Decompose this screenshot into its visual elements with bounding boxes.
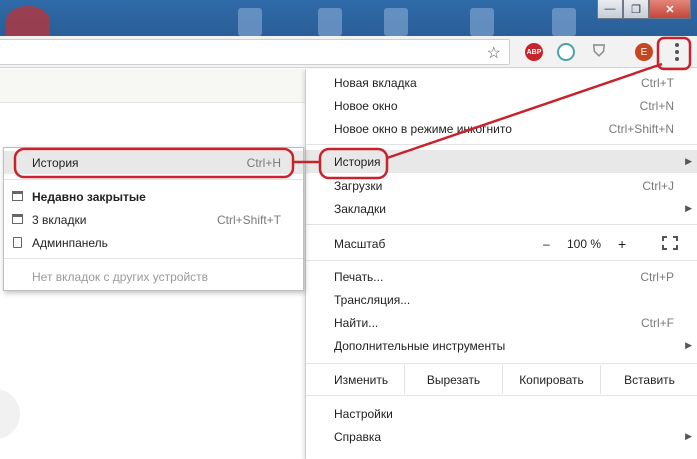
submenu-item-recently-closed: Недавно закрытые [4, 185, 303, 208]
fullscreen-icon[interactable] [662, 236, 678, 250]
page-header-strip [0, 69, 310, 103]
page-icon [13, 237, 22, 248]
chrome-main-menu: Новая вкладка Ctrl+T Новое окно Ctrl+N Н… [305, 69, 697, 459]
avatar[interactable]: E [635, 43, 653, 61]
menu-item-cast[interactable]: Трансляция... [306, 288, 697, 311]
chevron-right-icon: ▶ [685, 340, 692, 350]
desktop-background-blob [552, 8, 576, 36]
desktop-background-blob [238, 8, 262, 36]
window-titlebar: — ❐ ✕ [0, 0, 697, 36]
menu-item-history[interactable]: История ▶ [306, 150, 697, 173]
star-icon[interactable]: ☆ [487, 43, 501, 63]
menu-item-settings[interactable]: Настройки [306, 402, 697, 425]
menu-item-downloads[interactable]: Загрузки Ctrl+J [306, 174, 697, 197]
zoom-level: 100 % [567, 236, 602, 251]
watermark-circle [0, 389, 20, 439]
chevron-right-icon: ▶ [685, 156, 692, 166]
submenu-item-history[interactable]: История Ctrl+H [4, 151, 303, 174]
taskbar-app-icon [6, 6, 50, 36]
menu-item-bookmarks[interactable]: Закладки ▶ [306, 197, 697, 220]
kebab-menu-icon[interactable] [666, 40, 688, 64]
menu-item-zoom: Масштаб – 100 % + [306, 232, 697, 255]
paste-button[interactable]: Вставить [600, 365, 697, 394]
submenu-divider [4, 179, 303, 180]
desktop-background-blob [318, 8, 342, 36]
menu-item-incognito[interactable]: Новое окно в режиме инкогнито Ctrl+Shift… [306, 117, 697, 140]
submenu-divider [4, 258, 303, 259]
menu-item-help[interactable]: Справка ▶ [306, 425, 697, 448]
desktop-background-blob [384, 8, 408, 36]
menu-divider [306, 395, 697, 396]
cut-button[interactable]: Вырезать [404, 365, 502, 394]
minimize-icon[interactable]: — [597, 0, 623, 19]
shield-icon[interactable]: ⛉ [590, 43, 608, 61]
address-bar[interactable]: ☆ [0, 39, 510, 65]
menu-divider [306, 260, 697, 261]
history-submenu: История Ctrl+H Недавно закрытые 3 вкладк… [3, 147, 304, 291]
menu-divider [306, 363, 697, 364]
maximize-icon[interactable]: ❐ [623, 0, 649, 19]
submenu-item-3-tabs[interactable]: 3 вкладки Ctrl+Shift+T [4, 208, 303, 231]
submenu-item-admin[interactable]: Админпанель [4, 231, 303, 254]
submenu-item-no-other-devices: Нет вкладок с других устройств [32, 269, 209, 284]
zoom-in-button[interactable]: + [618, 236, 626, 252]
menu-item-find[interactable]: Найти... Ctrl+F [306, 311, 697, 334]
copy-button[interactable]: Копировать [502, 365, 600, 394]
adblock-plus-icon[interactable]: ABP [525, 43, 543, 61]
extension-circle-icon[interactable] [557, 43, 575, 61]
chevron-right-icon: ▶ [685, 203, 692, 213]
menu-divider [306, 224, 697, 225]
zoom-out-button[interactable]: – [543, 237, 550, 251]
menu-item-more-tools[interactable]: Дополнительные инструменты ▶ [306, 334, 697, 357]
close-icon[interactable]: ✕ [649, 0, 691, 19]
menu-divider [306, 144, 697, 145]
desktop-background-blob [470, 8, 494, 36]
menu-item-new-window[interactable]: Новое окно Ctrl+N [306, 94, 697, 117]
browser-toolbar: ☆ ABP ⛉ E [0, 36, 697, 68]
menu-edit-row: Изменить Вырезать Копировать Вставить [306, 365, 697, 394]
menu-item-new-tab[interactable]: Новая вкладка Ctrl+T [306, 71, 697, 94]
edit-label: Изменить [334, 372, 389, 387]
chevron-right-icon: ▶ [685, 431, 692, 441]
menu-item-print[interactable]: Печать... Ctrl+P [306, 265, 697, 288]
window-icon [12, 191, 23, 201]
window-icon [12, 214, 23, 224]
